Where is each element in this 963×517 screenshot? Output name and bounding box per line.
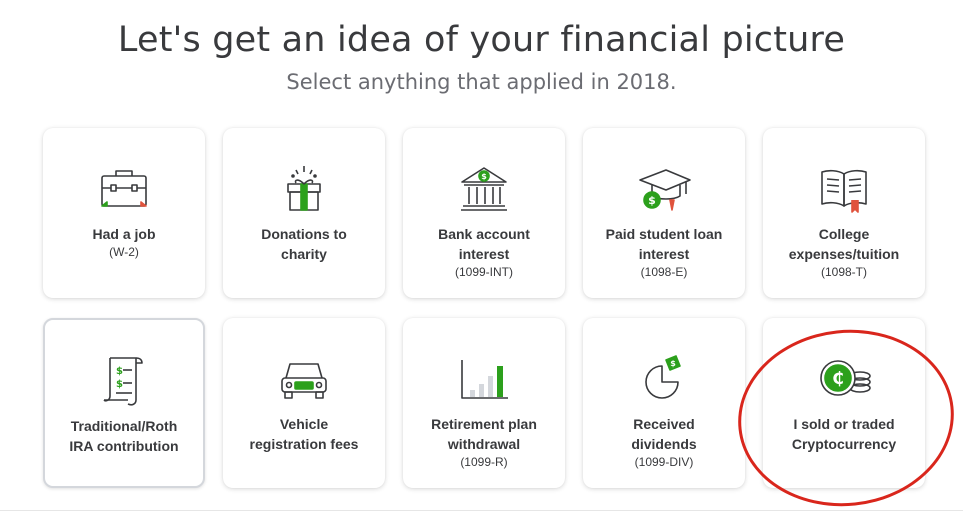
open-book-icon bbox=[814, 162, 874, 216]
svg-text:₵: ₵ bbox=[832, 369, 844, 389]
svg-text:$: $ bbox=[648, 194, 656, 207]
option-card-college-expenses[interactable]: College expenses/tuition (1098-T) bbox=[763, 128, 925, 298]
option-label: Vehicle registration fees bbox=[249, 416, 359, 452]
option-label: Had a job (W-2) bbox=[92, 226, 156, 259]
graduation-cap-icon: $ bbox=[634, 162, 694, 216]
option-label: Received dividends (1099-DIV) bbox=[631, 416, 697, 469]
option-label: Retirement plan withdrawal (1099-R) bbox=[431, 416, 537, 469]
crypto-coin-icon: ₵ bbox=[814, 352, 874, 406]
option-card-student-loan[interactable]: $ Paid student loan interest (1098-E) bbox=[583, 128, 745, 298]
svg-text:$: $ bbox=[116, 379, 123, 390]
bar-chart-icon bbox=[454, 352, 514, 406]
option-card-dividends[interactable]: $ Received dividends (1099-DIV) bbox=[583, 318, 745, 488]
option-card-bank-interest[interactable]: $ Bank account interest (1099-INT) bbox=[403, 128, 565, 298]
divider bbox=[0, 510, 963, 511]
option-label: Donations to charity bbox=[261, 226, 347, 262]
gift-icon bbox=[274, 162, 334, 216]
svg-text:$: $ bbox=[481, 172, 487, 181]
scroll-document-icon: $ $ bbox=[94, 354, 154, 408]
option-card-vehicle-registration[interactable]: Vehicle registration fees bbox=[223, 318, 385, 488]
option-label: Paid student loan interest (1098-E) bbox=[605, 226, 723, 279]
option-label: Traditional/Roth IRA contribution bbox=[69, 418, 179, 454]
option-label: I sold or traded Cryptocurrency bbox=[791, 416, 897, 452]
options-grid: Had a job (W-2) Donations to charity $ B… bbox=[0, 0, 963, 513]
option-label: Bank account interest (1099-INT) bbox=[438, 226, 530, 279]
pie-chart-icon: $ bbox=[634, 352, 694, 406]
option-card-ira-contribution[interactable]: $ $ Traditional/Roth IRA contribution bbox=[43, 318, 205, 488]
option-card-donations[interactable]: Donations to charity bbox=[223, 128, 385, 298]
svg-text:$: $ bbox=[116, 366, 123, 377]
car-icon bbox=[274, 352, 334, 406]
bank-icon: $ bbox=[454, 162, 514, 216]
option-card-cryptocurrency[interactable]: ₵ I sold or traded Cryptocurrency bbox=[763, 318, 925, 488]
option-card-retirement-withdrawal[interactable]: Retirement plan withdrawal (1099-R) bbox=[403, 318, 565, 488]
briefcase-icon bbox=[94, 162, 154, 216]
option-card-had-a-job[interactable]: Had a job (W-2) bbox=[43, 128, 205, 298]
svg-text:$: $ bbox=[670, 359, 676, 368]
option-label: College expenses/tuition (1098-T) bbox=[788, 226, 900, 279]
